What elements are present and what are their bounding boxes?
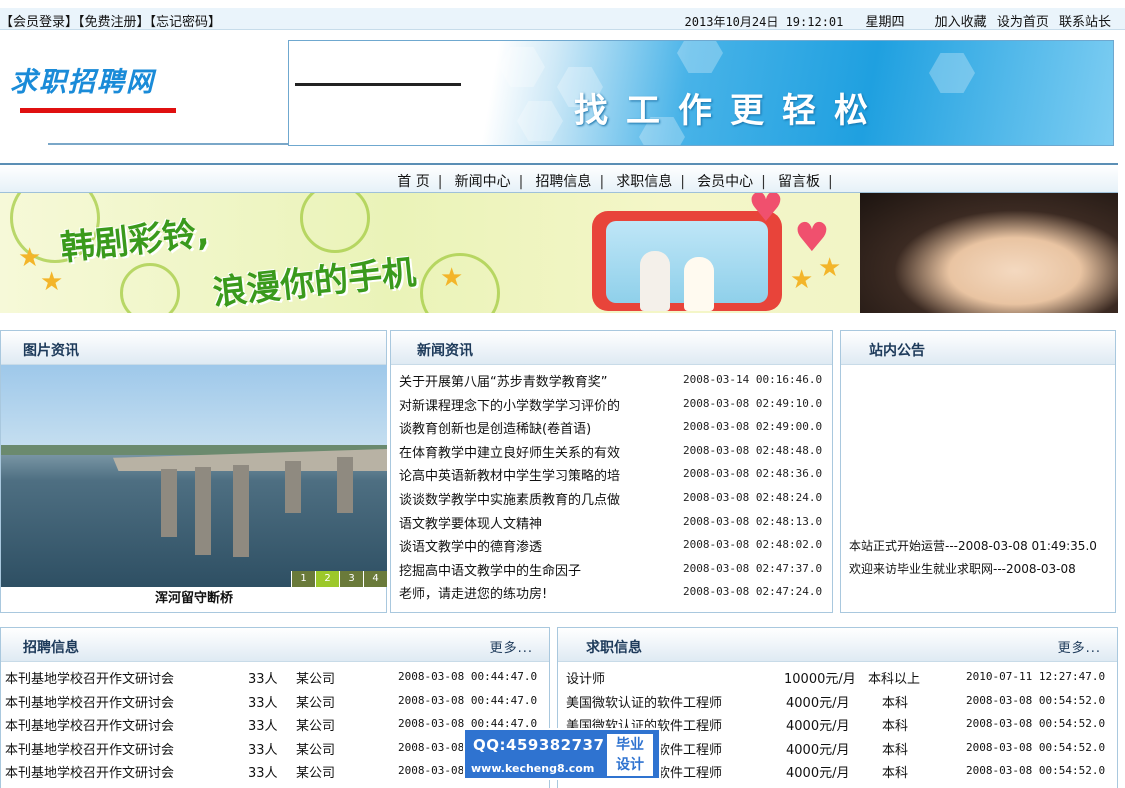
table-row[interactable]: 本刊基地学校召开作文研讨会33人某公司2008-03-08 00:44:47.0: [5, 668, 537, 692]
account-links: 【会员登录】【免费注册】【忘记密码】: [0, 11, 221, 30]
list-item[interactable]: 谈谈数学教学中实施素质教育的几点做 2008-03-08 02:48:24.0: [399, 489, 822, 513]
star-icon: ★: [440, 263, 464, 293]
table-row[interactable]: 本刊基地学校召开作文研讨会33人某公司2008-03-08 00:44:47.0: [5, 762, 537, 786]
banner-hexagon: [929, 53, 975, 93]
table-row[interactable]: 美国微软认证的软件工程师4000元/月本科2008-03-08 00:54:52…: [566, 692, 1105, 716]
seekers-more-link[interactable]: 更多...: [1058, 637, 1101, 656]
list-item[interactable]: 语文教学要体现人文精神 2008-03-08 02:48:13.0: [399, 513, 822, 537]
panel-title: 图片资讯: [23, 343, 79, 359]
list-item[interactable]: 谈教育创新也是创造稀缺(卷首语) 2008-03-08 02:49:00.0: [399, 418, 822, 442]
jobs-table: 本刊基地学校召开作文研讨会 33人 某公司 2008-03-08 00:44:47.0…: [5, 668, 537, 786]
photo-caption[interactable]: 浑河留守断桥: [1, 587, 387, 606]
nav-item-seekers[interactable]: 求职信息 |: [616, 171, 693, 191]
list-item[interactable]: 论高中英语新教材中学生学习策略的培 2008-03-08 02:48:36.0: [399, 465, 822, 489]
notice-item[interactable]: 本站正式开始运营---2008-03-08 01:49:35.0: [849, 535, 1115, 558]
nav-item-news-center[interactable]: 新闻中心 |: [455, 171, 532, 191]
list-item[interactable]: 关于开展第八届“苏步青数学教育奖” 2008-03-14 00:16:46.0: [399, 371, 822, 395]
banner-hexagon: [677, 41, 723, 73]
banner-slogan: 找工作更轻松: [574, 91, 886, 131]
jobs-more-link[interactable]: 更多...: [490, 637, 533, 656]
list-item[interactable]: 老师，请走进您的练功房! 2008-03-08 02:47:24.0: [399, 583, 822, 607]
watermark-badge: QQ:459382737 www.kecheng8.com 毕业 设计: [463, 728, 661, 780]
notice-item[interactable]: 欢迎来访毕业生就业求职网---2008-03-08: [849, 558, 1115, 581]
table-row[interactable]: 本刊基地学校召开作文研讨会33人某公司2008-03-08 00:44:47.0: [5, 692, 537, 716]
watermark-tag: 毕业 设计: [607, 734, 653, 776]
panel-title: 招聘信息: [23, 640, 79, 656]
bridge-pier: [285, 461, 301, 513]
slide-page-2[interactable]: 2: [315, 571, 339, 587]
slide-page-1[interactable]: 1: [291, 571, 315, 587]
star-icon: ★: [18, 243, 42, 273]
notice-marquee: 本站正式开始运营---2008-03-08 01:49:35.0 欢迎来访毕业生…: [849, 535, 1115, 585]
main-nav: 首 页 | 新闻中心 | 招聘信息 | 求职信息 | 会员中心 | 留言板 |: [0, 163, 1118, 193]
member-login-link[interactable]: 【会员登录】: [0, 15, 78, 30]
current-datetime: 2013年10月24日 19:12:01: [684, 15, 844, 29]
site-logo[interactable]: 求职招聘网: [10, 60, 155, 99]
banner-dash: [295, 83, 461, 86]
panel-header: 新闻资讯: [391, 331, 832, 365]
watermark-site: www.kecheng8.com: [471, 762, 595, 775]
couple-figure: [640, 251, 670, 311]
nav-item-jobs[interactable]: 招聘信息 |: [535, 171, 612, 191]
panel-title: 求职信息: [586, 640, 642, 656]
bridge-pier: [337, 457, 353, 513]
star-icon: ★: [40, 267, 64, 297]
banner-swirl: [300, 193, 370, 253]
panel-title: 站内公告: [869, 343, 925, 359]
slide-pager: 1 2 3 4: [291, 571, 387, 587]
tv-screen: [606, 221, 768, 311]
star-icon: ★: [790, 265, 814, 295]
banner-hexagon: [517, 101, 563, 141]
bridge-pier: [233, 465, 249, 557]
watermark-qq: QQ:459382737: [473, 736, 605, 754]
slide-page-4[interactable]: 4: [363, 571, 387, 587]
current-weekday: 星期四: [865, 15, 905, 30]
contact-admin-link[interactable]: 联系站长: [1059, 15, 1111, 30]
news-list: 关于开展第八届“苏步青数学教育奖” 2008-03-14 00:16:46.0 对…: [399, 371, 822, 607]
slide-page-3[interactable]: 3: [339, 571, 363, 587]
nav-item-home[interactable]: 首 页 |: [397, 171, 450, 191]
actor-portrait: [860, 193, 1118, 313]
nav-item-member-center[interactable]: 会员中心 |: [697, 171, 774, 191]
panel-header: 图片资讯: [1, 331, 386, 365]
logo-underline: [20, 108, 176, 113]
set-homepage-link[interactable]: 设为首页: [997, 15, 1049, 30]
panel-title: 新闻资讯: [417, 343, 473, 359]
top-bar: 【会员登录】【免费注册】【忘记密码】 2013年10月24日 19:12:01 …: [0, 8, 1125, 30]
panel-header: 求职信息 更多...: [558, 628, 1117, 662]
bridge-pier: [195, 467, 211, 555]
ad-headline-line2: 浪漫你的手机: [210, 252, 418, 313]
table-row[interactable]: 本刊基地学校召开作文研讨会33人某公司2008-03-08 00:44:47.0: [5, 715, 537, 739]
header-banner: 找工作更轻松: [288, 40, 1114, 146]
list-item[interactable]: 挖掘高中语文教学中的生命因子 2008-03-08 02:47:37.0: [399, 560, 822, 584]
list-item[interactable]: 对新课程理念下的小学数学学习评价的 2008-03-08 02:49:10.0: [399, 395, 822, 419]
picture-news-panel: 图片资讯 1 2 3 4 浑河留守断桥: [0, 330, 387, 613]
notice-panel: 站内公告 本站正式开始运营---2008-03-08 01:49:35.0 欢迎…: [840, 330, 1116, 613]
banner-swirl: [120, 263, 180, 313]
news-photo[interactable]: 1 2 3 4: [1, 365, 387, 587]
heart-icon: ♥: [794, 215, 830, 261]
table-row[interactable]: 设计师 10000元/月 本科以上 2010-07-11 12:27:47.0: [566, 668, 1105, 692]
bridge-pier: [161, 469, 177, 537]
news-panel: 新闻资讯 关于开展第八届“苏步青数学教育奖” 2008-03-14 00:16:4…: [390, 330, 833, 613]
header-divider: [48, 143, 290, 145]
table-row[interactable]: 本刊基地学校召开作文研讨会33人某公司2008-03-08 00:44:47.0: [5, 739, 537, 763]
list-item[interactable]: 在体育教学中建立良好师生关系的有效 2008-03-08 02:48:48.0: [399, 442, 822, 466]
ad-banner[interactable]: ★ ★ ★ ★ ★ 韩剧彩铃, 浪漫你的手机 ♥ ♥: [0, 193, 1118, 313]
add-favorite-link[interactable]: 加入收藏: [935, 15, 987, 30]
heart-icon: ♥: [748, 193, 784, 231]
forgot-password-link[interactable]: 【忘记密码】: [150, 15, 222, 30]
list-item[interactable]: 谈语文教学中的德育渗透 2008-03-08 02:48:02.0: [399, 536, 822, 560]
couple-figure: [684, 257, 714, 311]
panel-header: 招聘信息 更多...: [1, 628, 549, 662]
panel-header: 站内公告: [841, 331, 1115, 365]
nav-item-guestbook[interactable]: 留言板 |: [778, 171, 841, 191]
banner-hexagon: [499, 47, 545, 87]
free-register-link[interactable]: 【免费注册】: [78, 15, 150, 30]
site-links: 2013年10月24日 19:12:01 星期四 加入收藏 设为首页 联系站长: [685, 11, 1111, 30]
